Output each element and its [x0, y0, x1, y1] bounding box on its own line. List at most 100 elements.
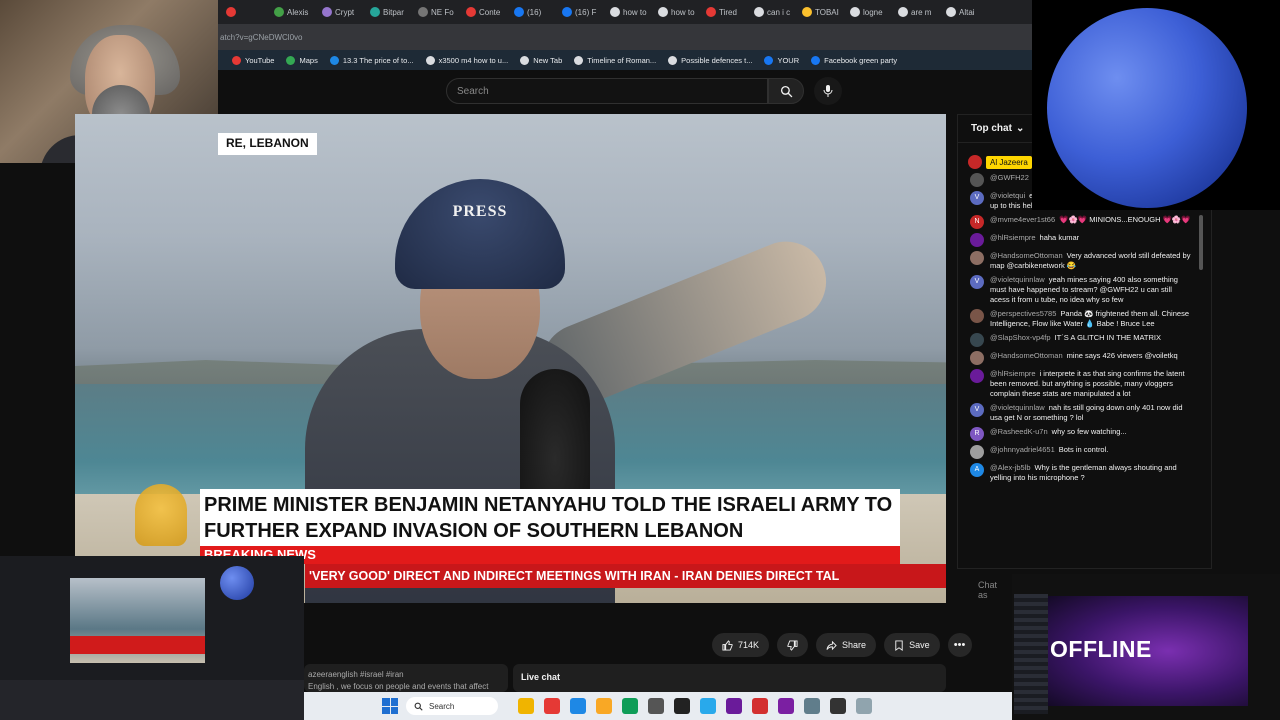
browser-tab[interactable]: can i c: [750, 2, 796, 22]
chat-author[interactable]: @perspectives5785: [990, 309, 1056, 318]
chat-message[interactable]: @perspectives5785 Panda 🐼 frightened them…: [970, 309, 1192, 329]
browser-tab[interactable]: Conte: [462, 2, 508, 22]
browser-tab[interactable]: Crypt: [318, 2, 364, 22]
bookmark-item[interactable]: x3500 m4 how to u...: [425, 55, 508, 65]
search-input[interactable]: Search: [446, 78, 768, 104]
chat-author[interactable]: @GWFH22: [990, 173, 1029, 182]
browser-tab[interactable]: Alexis: [270, 2, 316, 22]
browser-tab[interactable]: how to: [654, 2, 700, 22]
remote-icon[interactable]: [856, 698, 872, 714]
like-button[interactable]: 714K: [712, 633, 770, 657]
taskbar-search[interactable]: Search: [406, 697, 498, 715]
chat-scrollbar[interactable]: [1199, 215, 1203, 270]
chat-avatar[interactable]: R: [970, 427, 984, 441]
live-chat-toggle[interactable]: Live chat: [513, 664, 946, 692]
chat-message[interactable]: @SlapShox-vp4fp IT´S A GLITCH IN THE MATR…: [970, 333, 1192, 347]
video-description[interactable]: azeeraenglish #israel #iran English , we…: [304, 664, 508, 692]
chat-avatar[interactable]: [970, 251, 984, 265]
obs-icon[interactable]: [674, 698, 690, 714]
browser-tab[interactable]: NE Fo: [414, 2, 460, 22]
browser-tab[interactable]: how to: [606, 2, 652, 22]
chat-author[interactable]: @violetquinnlaw: [990, 403, 1045, 412]
chat-message[interactable]: @hlRsiempre haha kumar: [970, 233, 1192, 247]
chat-author[interactable]: @mvme4ever1st66: [990, 215, 1055, 224]
voice-search-button[interactable]: [814, 77, 842, 105]
bookmark-item[interactable]: YOUR: [764, 55, 799, 65]
chat-message[interactable]: @hlRsiempre i interprete it as that sing …: [970, 369, 1192, 399]
bookmark-item[interactable]: YouTube: [232, 55, 274, 65]
chat-author[interactable]: @violetquinnlaw: [990, 275, 1045, 284]
video-player[interactable]: PRESS PRIME MINISTER BENJAMIN NETANYAHU …: [75, 114, 946, 603]
chat-message[interactable]: A @Alex-jb5lb Why is the gentleman always …: [970, 463, 1192, 483]
search-button[interactable]: [768, 78, 804, 104]
browser-tab[interactable]: TOBAI: [798, 2, 844, 22]
chat-message[interactable]: N @mvme4ever1st66 💗🌸💗 MINIONS...ENOUGH 💗🌸💗: [970, 215, 1192, 229]
file-explorer-icon[interactable]: [518, 698, 534, 714]
telegram-icon[interactable]: [700, 698, 716, 714]
chat-message[interactable]: @HandsomeOttoman Very advanced world stil…: [970, 251, 1192, 271]
folder-icon[interactable]: [596, 698, 612, 714]
browser-tab[interactable]: (16) F: [558, 2, 604, 22]
chat-author[interactable]: @violetqui: [990, 191, 1025, 200]
bookmark-item[interactable]: Maps: [286, 55, 318, 65]
chat-author[interactable]: @HandsomeOttoman: [990, 251, 1063, 260]
bookmark-item[interactable]: New Tab: [520, 55, 562, 65]
news-ticker: 'VERY GOOD' DIRECT AND INDIRECT MEETINGS…: [305, 564, 946, 588]
chat-message[interactable]: V @violetquinnlaw yeah mines saying 400 al…: [970, 275, 1192, 305]
chat-avatar[interactable]: [970, 445, 984, 459]
browser-tab[interactable]: [222, 2, 268, 22]
chat-avatar[interactable]: N: [970, 215, 984, 229]
chrome-icon-2[interactable]: [830, 698, 846, 714]
chat-message-body: @violetquinnlaw nah its still going down …: [990, 403, 1192, 423]
chat-author[interactable]: @johnnyadriel4651: [990, 445, 1055, 454]
chat-author[interactable]: @Alex-jb5lb: [990, 463, 1031, 472]
chat-avatar[interactable]: [970, 233, 984, 247]
edge-icon-2[interactable]: [622, 698, 638, 714]
chat-avatar[interactable]: [970, 369, 984, 383]
app-icon[interactable]: [726, 698, 742, 714]
url-text[interactable]: atch?v=gCNeDWCl0vo: [220, 33, 302, 42]
browser-tab[interactable]: are m: [894, 2, 940, 22]
bookmark-item[interactable]: 13.3 The price of to...: [329, 55, 414, 65]
windows-logo-icon: [382, 698, 390, 706]
bookmark-item[interactable]: Possible defences t...: [668, 55, 752, 65]
chat-author[interactable]: @hlRsiempre: [990, 233, 1036, 242]
chat-avatar[interactable]: V: [970, 275, 984, 289]
chat-avatar[interactable]: [970, 333, 984, 347]
chat-message[interactable]: @johnnyadriel4651 Bots in control.: [970, 445, 1192, 459]
chat-avatar[interactable]: [970, 173, 984, 187]
browser-tab[interactable]: Altai: [942, 2, 988, 22]
browser-tab[interactable]: (16): [510, 2, 556, 22]
chat-author[interactable]: @hlRsiempre: [990, 369, 1036, 378]
settings-icon[interactable]: [804, 698, 820, 714]
chat-avatar[interactable]: V: [970, 403, 984, 417]
browser-tab[interactable]: logne: [846, 2, 892, 22]
chat-input[interactable]: Chat as: [957, 574, 1017, 600]
calculator-icon[interactable]: [648, 698, 664, 714]
chrome-icon[interactable]: [544, 698, 560, 714]
pinned-message[interactable]: Al Jazeera: [968, 153, 1032, 171]
bookmark-item[interactable]: Facebook green party: [811, 55, 897, 65]
chat-message[interactable]: R @RasheedK-u7n why so few watching...: [970, 427, 1192, 441]
chat-author[interactable]: @RasheedK-u7n: [990, 427, 1048, 436]
chat-avatar[interactable]: A: [970, 463, 984, 477]
paint-icon[interactable]: [778, 698, 794, 714]
edge-icon[interactable]: [570, 698, 586, 714]
save-button[interactable]: Save: [884, 633, 940, 657]
chat-message[interactable]: V @violetquinnlaw nah its still going down…: [970, 403, 1192, 423]
chat-message[interactable]: @HandsomeOttoman mine says 426 viewers @v…: [970, 351, 1192, 365]
browser-tab[interactable]: Bitpar: [366, 2, 412, 22]
share-button[interactable]: Share: [816, 633, 877, 657]
chat-avatar[interactable]: V: [970, 191, 984, 205]
browser-tab[interactable]: Tired: [702, 2, 748, 22]
chat-avatar[interactable]: [970, 351, 984, 365]
start-button[interactable]: [382, 698, 398, 714]
acrobat-icon[interactable]: [752, 698, 768, 714]
dislike-button[interactable]: [777, 633, 809, 657]
bookmark-item[interactable]: Timeline of Roman...: [574, 55, 656, 65]
more-options-button[interactable]: •••: [947, 633, 972, 657]
chat-avatar[interactable]: [970, 309, 984, 323]
address-bar[interactable]: atch?v=gCNeDWCl0vo: [218, 24, 1032, 50]
chat-author[interactable]: @SlapShox-vp4fp: [990, 333, 1051, 342]
chat-author[interactable]: @HandsomeOttoman: [990, 351, 1063, 360]
